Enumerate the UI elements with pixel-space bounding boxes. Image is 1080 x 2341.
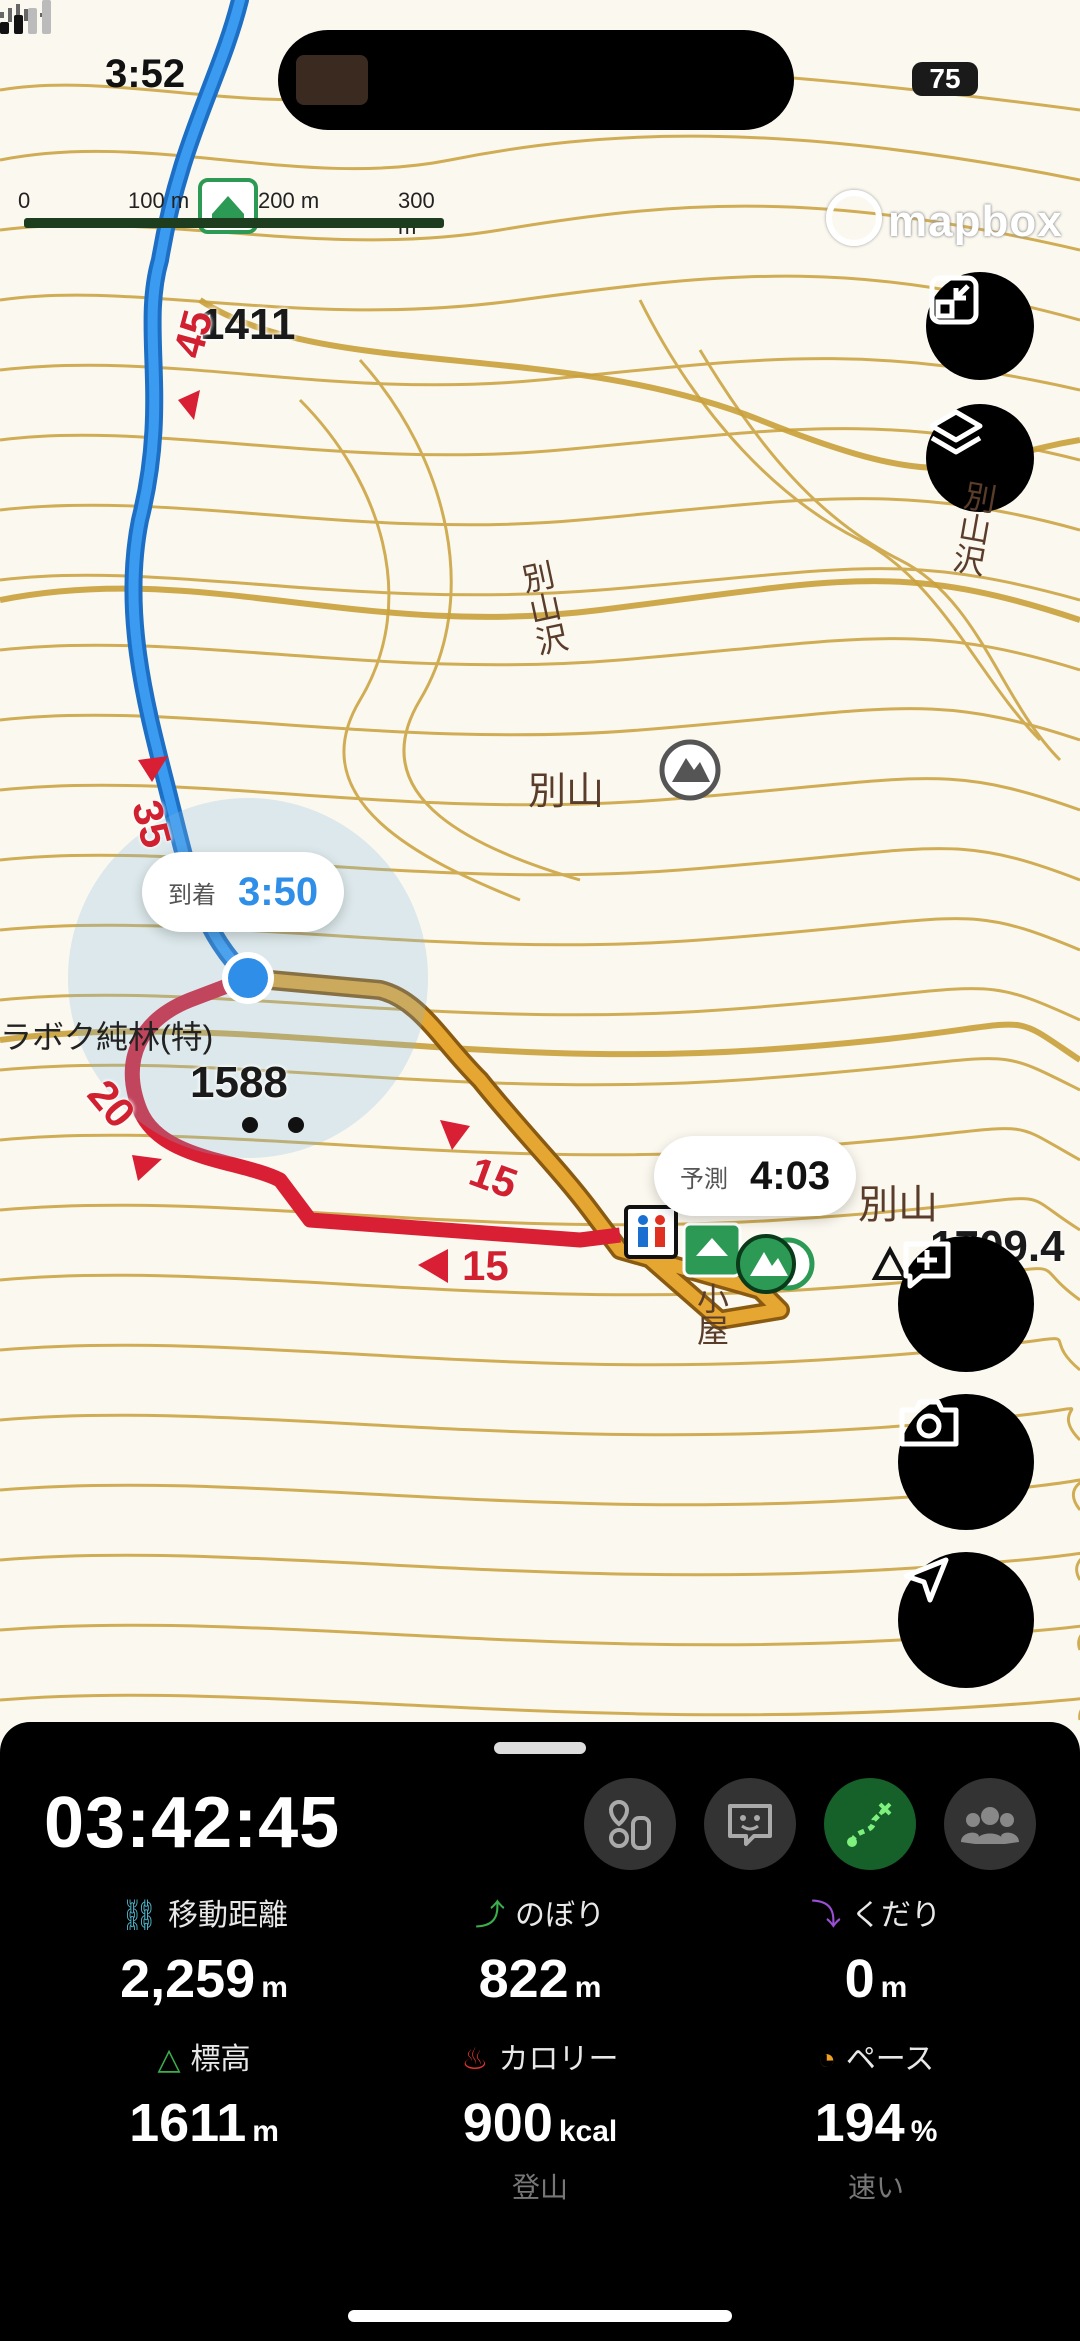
add-note-icon	[903, 1241, 951, 1289]
stat-pace: ◔ ペース 194%	[814, 2043, 938, 2153]
arrival-bubble[interactable]: 到着 3:50	[142, 852, 345, 932]
fullscreen-toggle-button[interactable]	[926, 272, 1034, 380]
ascent-icon: ⤴	[475, 1899, 505, 1932]
scale-label-200: 200 m	[258, 188, 320, 213]
group-mode-button[interactable]	[944, 1778, 1036, 1870]
route-icon	[847, 1802, 892, 1847]
pins-icon	[608, 1799, 651, 1850]
altitude-value: 1611	[129, 2093, 247, 2153]
collapse-icon	[929, 275, 979, 325]
checkpoint-mode-button[interactable]	[584, 1778, 676, 1870]
home-indicator[interactable]	[348, 2310, 732, 2322]
scale-bar: 0 100 m 200 m 300 m	[18, 188, 444, 239]
forecast-time: 4:03	[750, 1153, 831, 1198]
cellular-signal-icon	[0, 0, 51, 34]
current-location-button[interactable]	[898, 1552, 1034, 1688]
camera-icon	[899, 1399, 959, 1447]
forecast-bubble[interactable]: 予測 4:03	[654, 1136, 857, 1216]
forest-note-label: ラボク純林(特)	[0, 1019, 214, 1055]
arrival-time: 3:50	[238, 869, 319, 914]
stat-calories: ♨ カロリー 900 kcal	[461, 2043, 619, 2153]
scale-label-300: 300 m	[398, 188, 435, 239]
stat-distance: ⛓ 移動距離 2,259 m	[119, 1899, 289, 2009]
descent-value: 0	[844, 1949, 875, 2009]
pace-value: 194	[814, 2093, 905, 2153]
calorie-activity-label: 登山	[511, 2172, 568, 2203]
camera-button[interactable]	[898, 1394, 1034, 1530]
calorie-icon: ♨	[461, 2043, 489, 2076]
elevation-1588: 1588	[190, 1058, 288, 1107]
route-mode-button[interactable]	[824, 1778, 916, 1870]
distance-value: 2,259	[120, 1949, 256, 2009]
stat-descent: ⤵ くだり 0m	[811, 1899, 941, 2009]
peak-label-besshan: 別山	[528, 771, 605, 813]
topo-map[interactable]: 3:52 75 0 100 m 200 m 300 m mapbox 別山 別山…	[0, 0, 1080, 1740]
descent-icon: ⤵	[811, 1899, 841, 1932]
pace-rating-label: 速い	[847, 2172, 904, 2203]
arrival-label: 到着	[168, 881, 216, 909]
location-arrow-icon	[903, 1557, 949, 1603]
mapbox-attribution[interactable]: mapbox	[826, 190, 1063, 247]
group-icon	[961, 1807, 1019, 1844]
scale-label-100: 100 m	[128, 188, 190, 213]
mapbox-logo-icon	[826, 190, 882, 246]
face-chat-icon	[728, 1804, 772, 1846]
panel-grabber[interactable]	[494, 1742, 586, 1754]
activity-panel[interactable]: 03:42:45 ⛓ 移動距離 2,259 m ⤴ のぼり 822 m ⤵ くだ…	[0, 1722, 1080, 2341]
altitude-icon: △	[157, 2043, 181, 2076]
stat-altitude: △ 標高 1611 m	[129, 2043, 279, 2153]
forecast-label: 予測	[680, 1165, 728, 1193]
now-playing-thumbnail	[296, 55, 368, 105]
layers-icon	[929, 409, 983, 455]
add-note-button[interactable]	[898, 1236, 1034, 1372]
elapsed-time: 03:42:45	[44, 1783, 341, 1863]
calorie-value: 900	[462, 2093, 553, 2153]
stat-ascent: ⤴ のぼり 822 m	[475, 1899, 605, 2009]
scale-label-0: 0	[18, 188, 31, 213]
ascent-value: 822	[478, 1949, 569, 2009]
hut-label: 小屋	[693, 1282, 729, 1346]
distance-icon: ⛓	[119, 1899, 159, 1932]
chat-mode-button[interactable]	[704, 1778, 796, 1870]
pace-icon: ◔	[817, 2043, 836, 2076]
trail-time-15b: 15	[462, 1242, 509, 1289]
peak-label-south: 別山	[858, 1183, 938, 1227]
status-time: 3:52	[105, 52, 186, 96]
scale-bar-line	[24, 218, 444, 228]
battery-indicator: 75	[912, 62, 978, 96]
